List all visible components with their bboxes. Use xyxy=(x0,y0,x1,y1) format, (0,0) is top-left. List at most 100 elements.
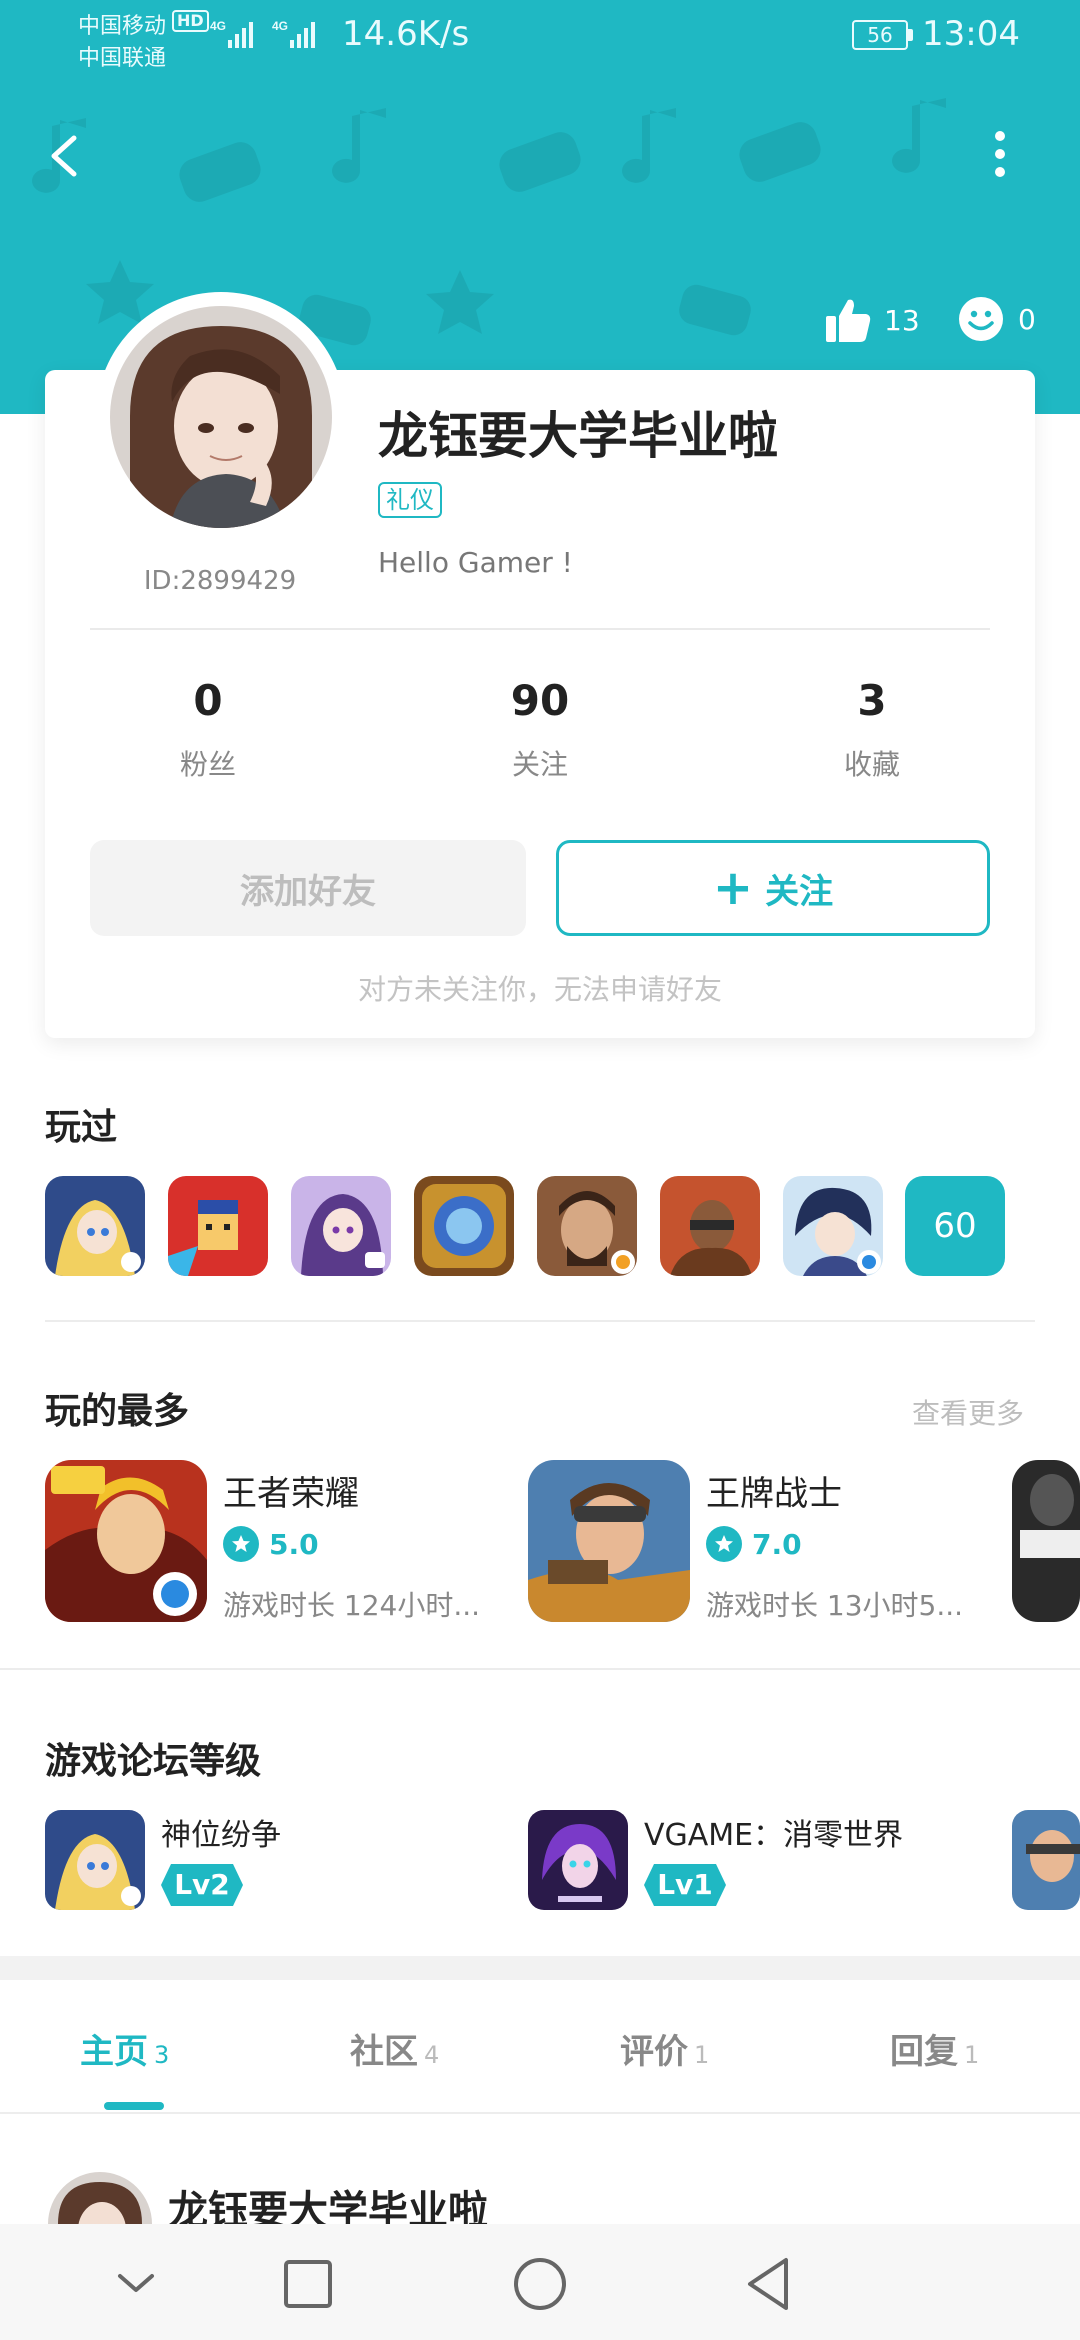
like-button[interactable]: 13 xyxy=(824,296,920,344)
follow-button[interactable]: + 关注 xyxy=(556,840,990,936)
played-game-icon[interactable] xyxy=(660,1176,760,1276)
back-button[interactable] xyxy=(40,120,90,190)
partial-game-card[interactable] xyxy=(1012,1460,1080,1622)
game-name: 王牌战士 xyxy=(706,1474,842,1514)
carrier-secondary: 中国联通 xyxy=(78,46,167,71)
game-art-icon xyxy=(1012,1810,1080,1910)
tab-replies[interactable]: 回复 1 xyxy=(890,2024,979,2073)
play-time: 游戏时长 124小时... xyxy=(223,1589,481,1622)
user-id: ID:2899429 xyxy=(143,566,297,596)
friend-request-hint: 对方未关注你，无法申请好友 xyxy=(357,973,722,1006)
partial-forum-card[interactable] xyxy=(1012,1810,1080,1910)
stat-label: 关注 xyxy=(511,748,568,781)
most-played-card[interactable]: 王牌战士 7.0 游戏时长 13小时5... xyxy=(528,1460,998,1624)
star-icon xyxy=(223,1526,259,1562)
most-played-card[interactable]: 王者荣耀 5.0 游戏时长 124小时... xyxy=(45,1460,515,1624)
likes-count: 13 xyxy=(884,303,920,337)
game-art-icon xyxy=(528,1810,628,1910)
more-vertical-icon xyxy=(995,131,1005,177)
more-button[interactable] xyxy=(980,120,1020,190)
level-value: Lv2 xyxy=(174,1868,230,1901)
nav-recents-button[interactable] xyxy=(268,2244,348,2324)
stat-fans[interactable]: 0 粉丝 xyxy=(98,676,318,783)
more-played-count[interactable]: 60 xyxy=(905,1176,1005,1276)
section-title-most-played: 玩的最多 xyxy=(45,1391,190,1432)
battery-tip xyxy=(908,29,913,41)
played-game-icon[interactable] xyxy=(291,1176,391,1276)
game-art-icon xyxy=(291,1176,391,1276)
forum-level-card[interactable]: 神位纷争 Lv2 xyxy=(45,1810,515,1910)
status-bar: 中国移动 中国联通 HD 4G 4G 14.6K/s 56 13:04 xyxy=(0,0,1080,80)
see-more-link[interactable]: 查看更多 xyxy=(912,1392,1024,1432)
carrier-primary: 中国移动 xyxy=(78,14,167,39)
avatar-image xyxy=(110,306,332,528)
game-art-icon xyxy=(1012,1460,1080,1622)
tab-label: 回复 xyxy=(890,2032,958,2072)
stat-favorites[interactable]: 3 收藏 xyxy=(762,676,982,783)
game-name: VGAME：消零世界 xyxy=(644,1818,904,1853)
chevron-left-icon xyxy=(51,135,77,177)
smile-button[interactable]: 0 xyxy=(958,296,1036,342)
clock: 13:04 xyxy=(922,14,1020,54)
tabs-divider xyxy=(0,2112,1080,2114)
user-bio: Hello Gamer ! xyxy=(378,546,573,579)
played-game-icon[interactable] xyxy=(168,1176,268,1276)
circle-icon xyxy=(514,2258,566,2310)
nav-back-button[interactable] xyxy=(730,2244,810,2324)
tab-count: 1 xyxy=(694,2041,710,2069)
rating-value: 7.0 xyxy=(752,1527,802,1561)
star-icon xyxy=(706,1526,742,1562)
smiles-count: 0 xyxy=(1018,302,1036,336)
triangle-back-icon xyxy=(748,2258,788,2310)
system-nav-bar xyxy=(0,2224,1080,2340)
tab-label: 评价 xyxy=(620,2032,688,2072)
tab-count: 1 xyxy=(964,2041,980,2069)
nav-home-button[interactable] xyxy=(500,2244,580,2324)
card-divider xyxy=(90,628,990,630)
tab-count: 4 xyxy=(424,2041,440,2069)
game-art-icon xyxy=(660,1176,760,1276)
game-rating: 5.0 xyxy=(223,1526,319,1562)
signal-icon: 4G 4G xyxy=(210,19,315,48)
game-icon xyxy=(528,1810,628,1910)
active-tab-indicator xyxy=(104,2102,164,2110)
stat-label: 收藏 xyxy=(843,748,900,781)
add-friend-button[interactable]: 添加好友 xyxy=(90,840,526,936)
plus-icon: + xyxy=(712,860,754,916)
nav-collapse-button[interactable] xyxy=(96,2244,176,2324)
tab-home[interactable]: 主页 3 xyxy=(80,2024,169,2073)
played-game-icon[interactable] xyxy=(783,1176,883,1276)
stat-value: 3 xyxy=(857,676,887,725)
stat-following[interactable]: 90 关注 xyxy=(430,676,650,783)
profile-username: 龙钰要大学毕业啦 xyxy=(378,407,778,465)
played-game-icon[interactable] xyxy=(45,1176,145,1276)
level-value: Lv1 xyxy=(657,1868,713,1901)
game-art-icon xyxy=(168,1176,268,1276)
forum-level-card[interactable]: VGAME：消零世界 Lv1 xyxy=(528,1810,998,1910)
user-tag-badge[interactable]: 礼仪 xyxy=(378,482,442,518)
played-game-icon[interactable] xyxy=(414,1176,514,1276)
game-icon xyxy=(528,1460,690,1622)
follow-label: 关注 xyxy=(765,871,834,912)
game-art-icon xyxy=(783,1176,883,1276)
tab-reviews[interactable]: 评价 1 xyxy=(620,2024,709,2073)
game-art-icon xyxy=(45,1460,207,1622)
game-art-icon xyxy=(528,1460,690,1622)
tab-count: 3 xyxy=(154,2041,170,2069)
play-time: 游戏时长 13小时5... xyxy=(706,1589,964,1622)
game-icon xyxy=(45,1810,145,1910)
game-art-icon xyxy=(45,1810,145,1910)
tab-label: 主页 xyxy=(80,2032,148,2072)
section-gap xyxy=(0,1956,1080,1980)
tab-community[interactable]: 社区 4 xyxy=(350,2024,439,2073)
section-divider xyxy=(0,1668,1080,1670)
battery-icon: 56 xyxy=(852,20,908,50)
section-title-played: 玩过 xyxy=(45,1107,118,1148)
game-art-icon xyxy=(45,1176,145,1276)
stat-label: 粉丝 xyxy=(179,748,236,781)
smiley-icon xyxy=(959,297,1003,341)
svg-text:4G: 4G xyxy=(210,19,226,33)
avatar[interactable] xyxy=(110,306,332,528)
thumbs-up-icon xyxy=(826,299,871,342)
played-game-icon[interactable] xyxy=(537,1176,637,1276)
